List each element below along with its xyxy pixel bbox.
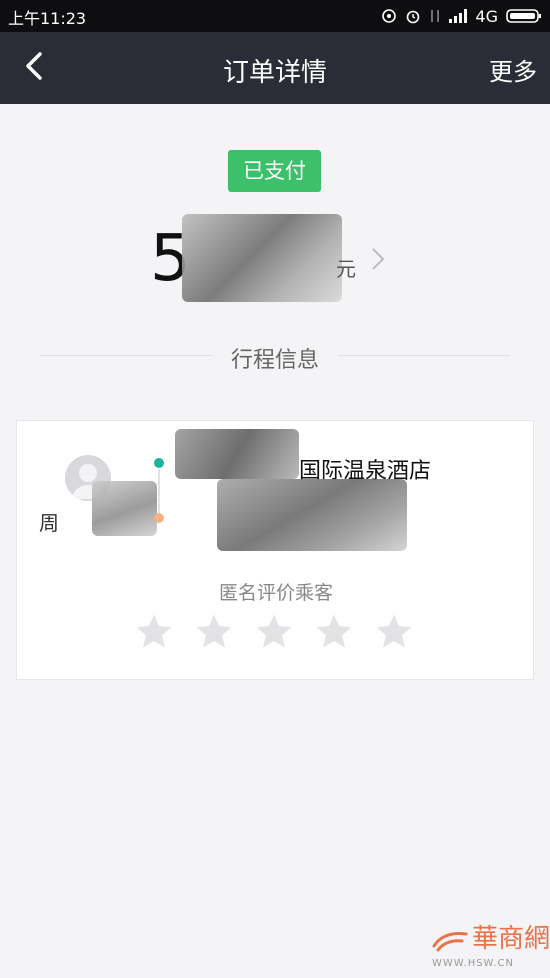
star-icon[interactable] xyxy=(253,611,295,653)
route-start-dot xyxy=(154,458,164,468)
redaction-scribble xyxy=(217,479,407,551)
redaction-scribble xyxy=(175,429,299,479)
data-transfer-icon xyxy=(431,10,440,22)
notification-icon xyxy=(382,9,397,23)
status-icons: 4G xyxy=(381,6,542,26)
route-end-dot xyxy=(154,513,164,523)
passenger-name: 周 xyxy=(39,511,59,535)
battery-icon xyxy=(506,9,541,23)
star-icon[interactable] xyxy=(313,611,355,653)
chevron-right-icon xyxy=(372,248,385,270)
watermark-url: WWW.HSW.CN xyxy=(432,958,514,969)
star-icon[interactable] xyxy=(193,611,235,653)
amount-unit: 元 xyxy=(336,257,356,281)
watermark-brand: 華商網 xyxy=(472,924,550,954)
status-bar: 上午11:23 4G xyxy=(0,0,550,32)
trip-card: 周 国际温泉酒店 匿名评价乘客 xyxy=(16,420,534,680)
network-type: 4G xyxy=(475,6,498,26)
star-icon[interactable] xyxy=(133,611,175,653)
signal-icon xyxy=(449,9,468,23)
page-title: 订单详情 xyxy=(222,58,327,88)
section-title: 行程信息 xyxy=(230,348,319,373)
nav-bar: 订单详情 更多 xyxy=(0,32,550,104)
route-line xyxy=(158,469,160,513)
section-divider-right xyxy=(338,355,510,356)
redaction-scribble xyxy=(92,481,157,536)
more-button[interactable]: 更多 xyxy=(489,52,537,87)
redaction-scribble xyxy=(182,214,342,302)
alarm-icon xyxy=(407,10,420,24)
amount-detail-button[interactable] xyxy=(370,245,386,277)
hsw-logo-icon xyxy=(432,932,468,952)
status-badge: 已支付 xyxy=(228,150,321,192)
status-time: 上午11:23 xyxy=(8,9,87,28)
rating-label: 匿名评价乘客 xyxy=(218,582,333,604)
rating-stars xyxy=(133,611,415,653)
star-icon[interactable] xyxy=(373,611,415,653)
